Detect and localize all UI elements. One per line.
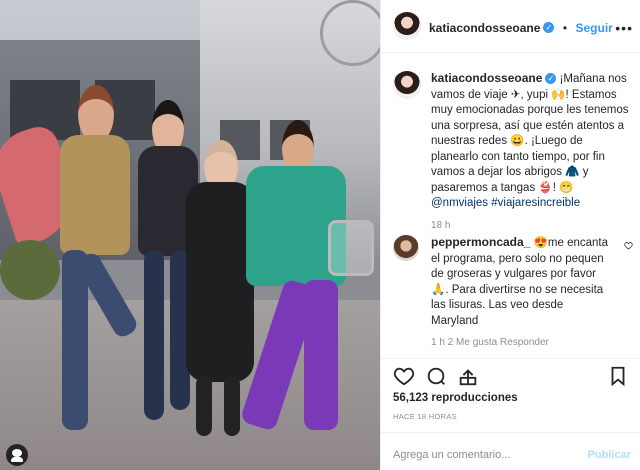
views-count[interactable]: 56,123 reproducciones <box>393 392 518 404</box>
comment-meta: 1 h 2 Me gusta Responder <box>431 337 549 348</box>
video-person-1 <box>40 85 140 445</box>
caption-hashtag[interactable]: #viajaresincreible <box>491 197 580 209</box>
comment-username[interactable]: peppermoncada_ <box>431 235 530 249</box>
add-comment-bar: Agrega un comentario... Publicar <box>381 432 640 470</box>
caption-avatar[interactable] <box>393 71 421 99</box>
comment-body: 😍me encanta el programa, pero solo no pe… <box>431 237 608 327</box>
caption-text: katiacondosseoane ✓ ¡Mañana nos vamos de … <box>431 71 631 233</box>
comment-text: peppermoncada_ 😍me encanta el programa, … <box>431 235 611 351</box>
author-username[interactable]: katiacondosseoane <box>429 21 540 35</box>
caption-body: ¡Mañana nos vamos de viaje ✈, yupi 🙌! Es… <box>431 73 629 194</box>
more-options-icon[interactable]: ••• <box>615 20 633 36</box>
caption-mention[interactable]: @nmviajes <box>431 197 488 209</box>
post-actions <box>381 358 640 391</box>
comment-icon[interactable] <box>425 365 447 387</box>
post-header: katiacondosseoane ✓ • Seguir ••• <box>381 0 640 53</box>
heart-icon[interactable] <box>393 365 415 387</box>
caption-username[interactable]: katiacondosseoane <box>431 71 542 85</box>
video-person-4 <box>232 120 374 450</box>
instagram-post-view: katiacondosseoane ✓ • Seguir ••• katiacon… <box>0 0 640 470</box>
post-video[interactable] <box>0 0 380 470</box>
caption-time: 18 h <box>431 219 451 231</box>
separator-dot: • <box>562 21 568 35</box>
mute-icon[interactable] <box>6 444 28 466</box>
share-icon[interactable] <box>457 365 479 387</box>
verified-icon: ✓ <box>545 73 557 85</box>
comment-avatar[interactable] <box>393 235 419 261</box>
comment-like-heart-icon[interactable] <box>624 241 633 250</box>
author-avatar[interactable] <box>393 12 421 40</box>
comments-list: katiacondosseoane ✓ ¡Mañana nos vamos de … <box>381 53 640 358</box>
verified-icon: ✓ <box>543 22 555 34</box>
follow-button[interactable]: Seguir <box>575 21 612 35</box>
post-time-ago: HACE 18 HORAS <box>393 412 457 421</box>
post-details-panel: katiacondosseoane ✓ • Seguir ••• katiacon… <box>380 0 640 470</box>
add-comment-input[interactable]: Agrega un comentario... <box>393 449 510 461</box>
bookmark-icon[interactable] <box>607 365 629 387</box>
publish-button[interactable]: Publicar <box>588 449 631 461</box>
